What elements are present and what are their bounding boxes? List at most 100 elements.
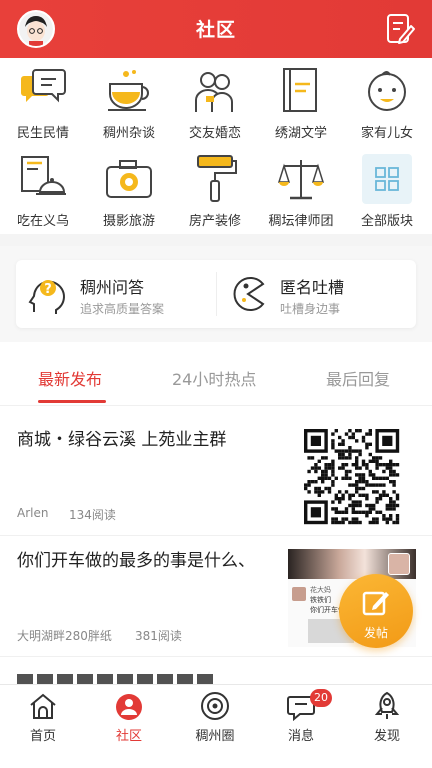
qr-module [324, 463, 328, 467]
qr-module [375, 510, 379, 514]
post-item-partial[interactable] [17, 674, 217, 684]
category-jiaoyou[interactable]: 交友婚恋 [172, 58, 258, 146]
qr-module [355, 500, 359, 504]
chat-name: 花大妈 [310, 586, 331, 594]
qa-ask-entry[interactable]: ? 稠州问答 追求高质量答案 [16, 260, 216, 328]
qr-finder [310, 435, 321, 446]
qr-module [331, 469, 335, 474]
qr-module [358, 510, 362, 514]
nav-discover[interactable]: 发现 [344, 691, 430, 745]
qr-module [304, 486, 308, 491]
qr-module [348, 435, 352, 440]
circle-icon [201, 692, 229, 720]
qa-anon-entry[interactable]: 匿名吐槽 吐槽身边事 [216, 260, 416, 328]
tab-hot-24h[interactable]: 24小时热点 [172, 366, 256, 390]
qr-module [314, 469, 318, 474]
compose-button[interactable] [384, 12, 416, 46]
qr-module [331, 483, 335, 487]
qr-module [307, 480, 311, 484]
qr-module [341, 456, 345, 460]
qr-module [385, 507, 389, 511]
nav-label: 社区 [115, 729, 142, 744]
qr-module [358, 480, 362, 484]
qr-module [378, 483, 383, 487]
qr-module [334, 429, 338, 433]
qr-module [351, 520, 355, 525]
qr-module [338, 442, 342, 446]
category-all[interactable]: 全部版块 [344, 146, 430, 234]
qr-module [324, 476, 328, 480]
nav-home[interactable]: 首页 [0, 691, 86, 745]
category-sheying[interactable]: 摄影旅游 [86, 146, 172, 234]
qr-module [348, 493, 352, 497]
qr-module [314, 463, 318, 467]
qr-module [331, 507, 335, 511]
qr-module [348, 456, 352, 460]
category-lvshi[interactable]: 稠坛律师团 [258, 146, 344, 234]
tab-latest[interactable]: 最新发布 [38, 366, 102, 390]
category-chi[interactable]: 吃在义乌 [0, 146, 86, 234]
qr-module [358, 493, 362, 497]
qr-module [368, 442, 372, 446]
thumb-avatar [388, 553, 410, 575]
qr-module [358, 500, 362, 504]
qr-module [324, 456, 328, 460]
qr-module [365, 480, 369, 484]
qr-module [368, 483, 372, 487]
qr-module [368, 510, 372, 514]
qr-module [355, 459, 359, 463]
qr-module [385, 466, 389, 470]
qr-module [385, 476, 389, 480]
post-title: 你们开车做的最多的事是什么、 [17, 551, 255, 571]
food-menu-icon [21, 156, 66, 195]
paint-roller-icon [197, 155, 237, 202]
qr-module [351, 463, 355, 467]
qr-module [324, 473, 328, 477]
qr-module [351, 503, 355, 508]
category-wenxue[interactable]: 绣湖文学 [258, 58, 344, 146]
nav-circle[interactable]: 稠州圈 [172, 691, 258, 745]
new-post-button[interactable]: 发帖 [339, 574, 413, 648]
qr-module [321, 473, 325, 477]
category-ernv[interactable]: 家有儿女 [344, 58, 430, 146]
qr-module [395, 503, 400, 508]
qr-module [361, 480, 366, 484]
edit-note-icon [387, 14, 415, 44]
qr-module [358, 520, 362, 525]
category-minsheng[interactable]: 民生民情 [0, 58, 86, 146]
category-zatan[interactable]: 稠州杂谈 [86, 58, 172, 146]
qr-module [375, 463, 379, 467]
qr-module [355, 463, 359, 467]
qr-module [392, 490, 396, 494]
compose-icon [362, 591, 389, 616]
qa-title: 稠州问答 [80, 278, 145, 297]
qr-module [351, 493, 355, 497]
qr-module [314, 486, 318, 491]
qr-module [327, 466, 332, 470]
qr-module [317, 486, 321, 491]
qr-module [389, 514, 393, 518]
qr-module [327, 463, 332, 467]
qr-module [341, 520, 345, 525]
qr-module [338, 520, 342, 525]
page-title: 社区 [195, 19, 236, 41]
nav-community[interactable]: 社区 [86, 691, 172, 745]
qr-module [338, 466, 342, 470]
tab-last-reply[interactable]: 最后回复 [326, 366, 390, 390]
qr-module [358, 486, 362, 491]
category-label: 全部版块 [360, 214, 413, 229]
qr-module [389, 466, 393, 470]
qr-module [392, 503, 396, 508]
category-fangchan[interactable]: 房产装修 [172, 146, 258, 234]
qr-module [344, 476, 349, 480]
qr-module [314, 490, 318, 494]
nav-messages[interactable]: 20 消息 [258, 689, 344, 745]
qr-module [351, 500, 355, 504]
qr-module [344, 510, 349, 514]
qr-module [365, 466, 369, 470]
qr-module [355, 466, 359, 470]
qa-subtitle: 吐槽身边事 [280, 302, 341, 316]
post-item[interactable]: 商城・绿谷云溪 上苑业主群 Arlen 134阅读 [0, 416, 432, 536]
qr-module [375, 456, 379, 460]
qr-module [331, 442, 335, 446]
